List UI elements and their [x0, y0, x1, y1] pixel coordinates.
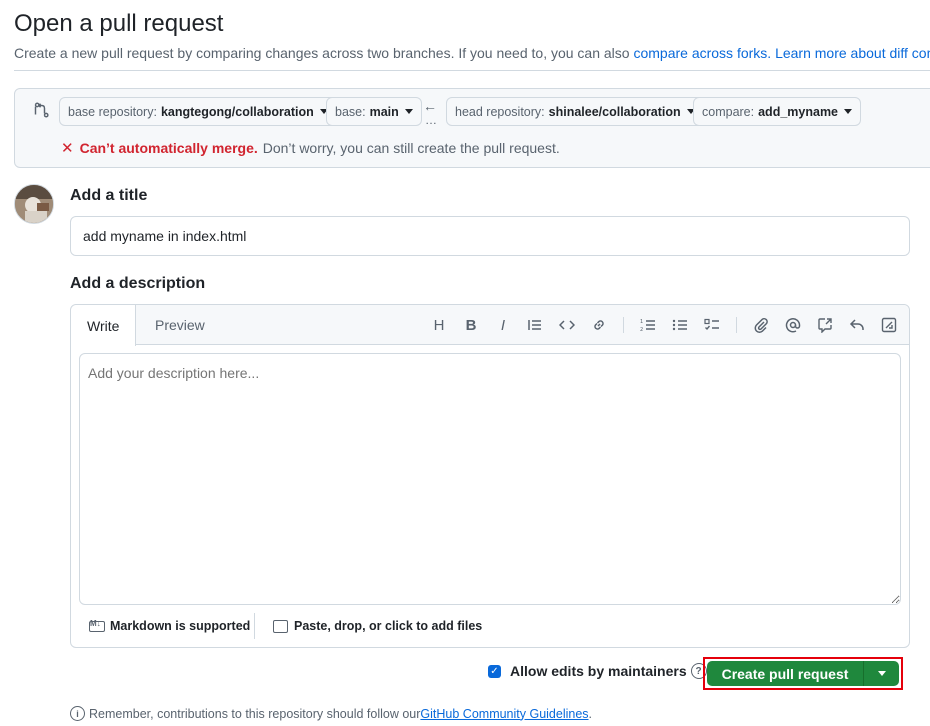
- markdown-icon: [89, 619, 105, 632]
- arrow-left-icon: ←: [423, 98, 437, 114]
- compare-value: add_myname: [758, 104, 839, 119]
- head-repository-select[interactable]: head repository: shinalee/collaboration: [446, 97, 704, 126]
- tab-write[interactable]: Write: [71, 305, 137, 346]
- bold-icon[interactable]: B: [461, 315, 481, 335]
- image-icon: [273, 619, 288, 633]
- avatar-image: [15, 185, 53, 223]
- editor-toolbar: Write Preview H B I 12: [71, 305, 909, 346]
- toolbar-divider: [736, 317, 737, 333]
- description-textarea[interactable]: [79, 353, 901, 605]
- mention-icon[interactable]: [783, 315, 803, 335]
- cross-reference-icon[interactable]: [815, 315, 835, 335]
- reminder-end: .: [588, 706, 593, 721]
- code-icon[interactable]: [557, 315, 577, 335]
- title-input[interactable]: [70, 216, 910, 256]
- info-icon: i: [70, 706, 85, 721]
- merge-status: ✕ Can’t automatically merge. Don’t worry, …: [61, 139, 560, 157]
- avatar[interactable]: [14, 184, 54, 224]
- tasklist-icon[interactable]: [702, 315, 722, 335]
- create-pr-highlight: Create pull request: [703, 657, 903, 690]
- base-repo-value: kangtegong/collaboration: [160, 104, 314, 119]
- link-icon[interactable]: [589, 315, 609, 335]
- markdown-note-text: Markdown is supported: [110, 619, 251, 633]
- base-branch-select[interactable]: base: main: [326, 97, 422, 126]
- subtitle-text: Create a new pull request by comparing c…: [14, 45, 634, 61]
- learn-more-link[interactable]: Learn more about diff comparisons here.: [775, 45, 930, 61]
- chevron-down-icon: [404, 109, 413, 114]
- allow-edits-checkbox[interactable]: ✓: [488, 664, 501, 678]
- base-repository-select[interactable]: base repository: kangtegong/collaboration: [59, 97, 337, 126]
- description-editor: Write Preview H B I 12 Add your descript…: [70, 304, 910, 648]
- svg-text:1: 1: [640, 319, 643, 325]
- compare-forks-link[interactable]: compare across forks.: [633, 45, 771, 61]
- compare-label: compare:: [702, 104, 755, 119]
- ellipsis-icon: …: [425, 113, 437, 127]
- reply-icon[interactable]: [847, 315, 867, 335]
- svg-text:2: 2: [640, 327, 643, 333]
- header-divider: [14, 70, 930, 71]
- compare-panel: base repository: kangtegong/collaboration…: [14, 88, 930, 168]
- reminder-text: Remember, contributions to this reposito…: [89, 706, 421, 721]
- x-icon: ✕: [61, 140, 74, 157]
- create-pull-request-button[interactable]: Create pull request: [707, 661, 863, 686]
- guidelines-reminder: i Remember, contributions to this reposi…: [70, 706, 592, 721]
- attach-files[interactable]: Paste, drop, or click to add files: [273, 619, 482, 633]
- allow-edits-label[interactable]: Allow edits by maintainers: [510, 663, 687, 679]
- page-subtitle: Create a new pull request by comparing c…: [14, 45, 930, 61]
- compare-branch-select[interactable]: compare: add_myname: [693, 97, 862, 126]
- chevron-down-icon: [877, 671, 886, 676]
- head-repo-value: shinalee/collaboration: [548, 104, 681, 119]
- attach-note-text: Paste, drop, or click to add files: [294, 619, 483, 633]
- merge-fail-text: Can’t automatically merge.: [79, 140, 258, 156]
- create-options-dropdown[interactable]: [863, 661, 899, 686]
- markdown-note[interactable]: Markdown is supported: [89, 619, 250, 633]
- quote-icon[interactable]: [525, 315, 545, 335]
- paperclip-icon[interactable]: [751, 315, 771, 335]
- base-value: main: [369, 104, 399, 119]
- toolbar-divider: [623, 317, 624, 333]
- title-label: Add a title: [70, 187, 148, 204]
- git-compare-icon: [34, 102, 49, 118]
- community-guidelines-link[interactable]: GitHub Community Guidelines: [420, 707, 588, 721]
- footer-divider: [254, 613, 255, 639]
- unordered-list-icon[interactable]: [670, 315, 690, 335]
- head-repo-label: head repository:: [455, 104, 545, 119]
- merge-note: Don’t worry, you can still create the pu…: [262, 140, 560, 156]
- fullscreen-icon[interactable]: [879, 315, 899, 335]
- description-label: Add a description: [70, 275, 206, 292]
- base-label: base:: [335, 104, 366, 119]
- base-repo-label: base repository:: [68, 104, 157, 119]
- chevron-down-icon: [844, 109, 853, 114]
- page-title: Open a pull request: [14, 10, 224, 37]
- ordered-list-icon[interactable]: 12: [638, 315, 658, 335]
- tab-preview[interactable]: Preview: [139, 305, 221, 345]
- italic-icon[interactable]: I: [493, 315, 513, 335]
- allow-edits-row: ✓ Allow edits by maintainers ?: [488, 663, 707, 679]
- heading-icon[interactable]: H: [429, 315, 449, 335]
